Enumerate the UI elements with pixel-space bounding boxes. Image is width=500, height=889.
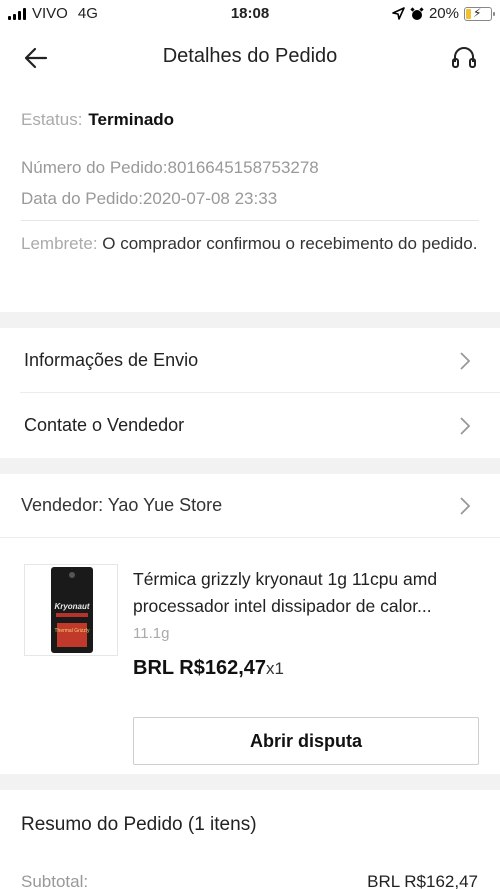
product-quantity: x1 (266, 659, 285, 678)
battery-percent: 20% (428, 5, 459, 22)
open-dispute-button[interactable]: Abrir disputa (133, 717, 479, 765)
order-summary-card: Resumo do Pedido (1 itens) Subtotal: BRL… (0, 790, 500, 889)
shipping-info-label: Informações de Envio (24, 350, 199, 370)
product-title[interactable]: Térmica grizzly kryonaut 1g 11cpu amd pr… (133, 566, 481, 620)
order-info-card: Estatus: Terminado Número do Pedido:80166… (0, 86, 500, 312)
status-bar-right: 20% ⚡ (392, 5, 495, 22)
page-title: Detalhes do Pedido (162, 45, 338, 67)
seller-card: Vendedor: Yao Yue Store Kryonaut Thermal… (0, 474, 500, 774)
chevron-right-icon (460, 497, 471, 515)
product-package-image: Kryonaut Thermal Grizzly (51, 567, 93, 653)
product-image-brand-text: Kryonaut (54, 602, 89, 611)
divider (0, 537, 500, 538)
alarm-icon (410, 6, 424, 20)
headset-support-icon[interactable] (448, 42, 480, 74)
order-date-label: Data do Pedido: (21, 189, 143, 208)
shipping-info-row[interactable]: Informações de Envio (0, 328, 500, 393)
chevron-right-icon (460, 416, 471, 435)
summary-title: Resumo do Pedido (1 itens) (21, 814, 257, 835)
seller-name: Vendedor: Yao Yue Store (21, 495, 223, 515)
order-number-value: 8016645158753278 (167, 158, 319, 177)
product-price-row: BRL R$162,47x1 (133, 657, 284, 680)
nav-bar: Detalhes do Pedido (0, 30, 500, 86)
contact-seller-label: Contate o Vendedor (24, 415, 185, 435)
product-image[interactable]: Kryonaut Thermal Grizzly (24, 564, 118, 656)
subtotal-value: BRL R$162,47 (367, 872, 478, 889)
divider (21, 220, 479, 221)
battery-icon: ⚡ (464, 6, 495, 21)
subtotal-label: Subtotal: (21, 872, 89, 889)
status-value: Terminado (88, 110, 175, 129)
order-number-label: Número do Pedido: (21, 158, 168, 177)
order-status-row: Estatus: Terminado (21, 110, 174, 130)
contact-seller-row[interactable]: Contate o Vendedor (0, 393, 500, 458)
product-variant: 11.1g (133, 625, 170, 642)
status-bar: VIVO 4G 18:08 20% ⚡ (0, 0, 500, 30)
reminder-value: O comprador confirmou o recebimento do p… (97, 234, 478, 253)
product-price: BRL R$162,47 (133, 657, 267, 679)
location-icon (392, 7, 405, 20)
seller-row[interactable]: Vendedor: Yao Yue Store (0, 474, 500, 538)
chevron-right-icon (460, 351, 471, 370)
links-card: Informações de Envio Contate o Vendedor (0, 328, 500, 458)
order-number-row: Número do Pedido:8016645158753278 (21, 158, 319, 178)
product-image-maker-text: Thermal Grizzly (54, 628, 90, 634)
status-label: Estatus: (21, 110, 83, 129)
reminder-label: Lembrete: (21, 234, 98, 253)
order-date-value: 2020-07-08 23:33 (142, 189, 278, 208)
order-date-row: Data do Pedido:2020-07-08 23:33 (21, 189, 277, 209)
reminder-row: Lembrete: O comprador confirmou o recebi… (21, 231, 479, 257)
